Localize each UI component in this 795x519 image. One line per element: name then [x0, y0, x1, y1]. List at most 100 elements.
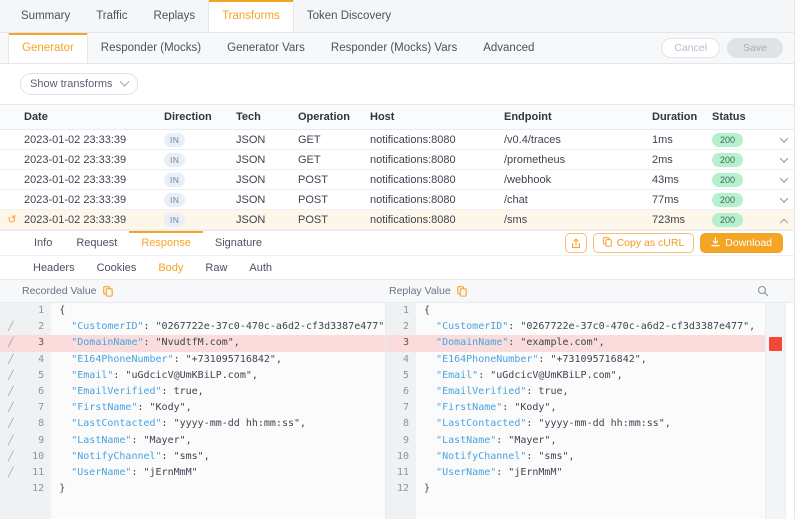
code-line[interactable]: "UserName": "jErnMmM" — [416, 465, 795, 481]
share-icon[interactable] — [564, 233, 587, 253]
json-value: : "uGdcicV@UmKBiLP.com", — [478, 369, 623, 381]
diff-marker[interactable] — [769, 337, 782, 352]
edit-line-button[interactable]: ╱ — [0, 384, 22, 400]
code-line[interactable]: "NotifyChannel": "sms", — [416, 449, 795, 465]
line-number: 7 — [38, 402, 45, 414]
body-tab-cookies[interactable]: Cookies — [86, 256, 148, 279]
diff-minimap[interactable] — [765, 303, 785, 519]
line-number: 11 — [32, 466, 45, 478]
table-row[interactable]: 2023-01-02 23:33:39 IN JSON GET notification… — [0, 129, 795, 150]
detail-tab-request[interactable]: Request — [64, 231, 129, 255]
copy-recorded-icon[interactable] — [102, 285, 113, 297]
code-line[interactable]: "LastName": "Mayer", — [51, 433, 385, 449]
table-row[interactable]: 2023-01-02 23:33:39 IN JSON POST notificatio… — [0, 189, 795, 210]
chevron-up-icon[interactable] — [779, 218, 789, 227]
col-tech[interactable]: Tech — [236, 104, 298, 130]
code-line[interactable]: "CustomerID": "0267722e-37c0-470c-a6d2-c… — [416, 319, 795, 335]
col-status[interactable]: Status — [712, 104, 772, 130]
primary-tab-replays[interactable]: Replays — [141, 0, 209, 32]
table-row[interactable]: 2023-01-02 23:33:39 IN JSON POST notificatio… — [0, 169, 795, 190]
table-row[interactable]: ↺ 2023-01-02 23:33:39 IN JSON POST notificati… — [0, 209, 795, 230]
chevron-down-icon[interactable] — [779, 133, 789, 143]
pencil-icon: ╱ — [8, 338, 14, 349]
pencil-icon: ╱ — [8, 435, 14, 446]
chevron-down-icon[interactable] — [779, 193, 789, 203]
col-host[interactable]: Host — [370, 104, 504, 130]
sub-tab-label: Responder (Mocks) Vars — [330, 42, 458, 54]
cell-tech: JSON — [236, 149, 298, 170]
code-line[interactable]: } — [416, 481, 795, 497]
col-date[interactable]: Date — [24, 104, 164, 130]
code-line[interactable]: "FirstName": "Kody", — [51, 400, 385, 416]
edit-line-button[interactable]: ╱ — [0, 335, 22, 352]
sub-tab-advanced[interactable]: Advanced — [470, 33, 547, 63]
sub-tab-responder-mocks-vars[interactable]: Responder (Mocks) Vars — [318, 33, 470, 63]
code-line[interactable]: "E164PhoneNumber": "+731095716842", — [51, 352, 385, 368]
code-line[interactable]: "EmailVerified": true, — [51, 384, 385, 400]
code-line[interactable]: "DomainName": "example.com", — [416, 335, 795, 352]
body-tab-body[interactable]: Body — [147, 256, 194, 279]
line-number: 7 — [402, 402, 409, 414]
code-line[interactable]: "E164PhoneNumber": "+731095716842", — [416, 352, 795, 368]
code-line[interactable]: "LastName": "Mayer", — [416, 433, 795, 449]
code-line[interactable]: "CustomerID": "0267722e-37c0-470c-a6d2-c… — [51, 319, 385, 335]
col-operation[interactable]: Operation — [298, 104, 370, 130]
col-duration[interactable]: Duration — [652, 104, 712, 130]
replay-code[interactable]: { "CustomerID": "0267722e-37c0-470c-a6d2… — [416, 303, 795, 519]
detail-tab-response[interactable]: Response — [129, 231, 203, 255]
edit-line-button[interactable]: ╱ — [0, 352, 22, 368]
chevron-down-icon[interactable] — [779, 173, 789, 183]
detail-tab-info[interactable]: Info — [22, 231, 64, 255]
edit-line-button[interactable]: ╱ — [0, 416, 22, 432]
code-line[interactable]: "EmailVerified": true, — [416, 384, 795, 400]
detail-action-buttons: Copy as cURL Download — [564, 231, 795, 255]
save-button[interactable]: Save — [727, 38, 783, 58]
code-line[interactable]: "FirstName": "Kody", — [416, 400, 795, 416]
copy-replay-icon[interactable] — [456, 285, 467, 297]
primary-tab-token-discovery[interactable]: Token Discovery — [294, 0, 404, 32]
edit-line-button[interactable]: ╱ — [0, 433, 22, 449]
sub-tab-generator[interactable]: Generator — [8, 33, 88, 63]
edit-line-button[interactable]: ╱ — [0, 400, 22, 416]
code-line[interactable]: "DomainName": "NvudtfM.com", — [51, 335, 385, 352]
code-line[interactable]: "UserName": "jErnMmM" — [51, 465, 385, 481]
code-line[interactable]: "NotifyChannel": "sms", — [51, 449, 385, 465]
download-icon — [711, 236, 720, 250]
sub-tab-responder-mocks-[interactable]: Responder (Mocks) — [88, 33, 214, 63]
recorded-code[interactable]: { "CustomerID": "0267722e-37c0-470c-a6d2… — [51, 303, 385, 519]
primary-tab-transforms[interactable]: Transforms — [208, 0, 294, 32]
primary-tab-summary[interactable]: Summary — [8, 0, 83, 32]
code-line[interactable]: "Email": "uGdcicV@UmKBiLP.com", — [51, 368, 385, 384]
edit-line-button[interactable]: ╱ — [0, 465, 22, 481]
body-tab-auth[interactable]: Auth — [238, 256, 283, 279]
code-line[interactable]: { — [51, 303, 385, 319]
col-endpoint[interactable]: Endpoint — [504, 104, 652, 130]
code-line[interactable]: "Email": "uGdcicV@UmKBiLP.com", — [416, 368, 795, 384]
cancel-button[interactable]: Cancel — [661, 38, 721, 58]
cell-expand — [772, 209, 795, 230]
col-direction[interactable]: Direction — [164, 104, 236, 130]
edit-line-button[interactable]: ╱ — [0, 368, 22, 384]
detail-tab-label: Response — [141, 237, 191, 249]
body-tab-headers[interactable]: Headers — [22, 256, 86, 279]
body-tab-raw[interactable]: Raw — [194, 256, 238, 279]
chevron-down-icon[interactable] — [779, 153, 789, 163]
search-icon[interactable] — [757, 285, 769, 300]
code-line[interactable]: { — [416, 303, 795, 319]
json-key: "DomainName" — [71, 337, 144, 349]
code-line[interactable]: "LastContacted": "yyyy-mm-dd hh:mm:ss", — [416, 416, 795, 432]
table-row[interactable]: 2023-01-02 23:33:39 IN JSON GET notification… — [0, 149, 795, 170]
json-value: : "uGdcicV@UmKBiLP.com", — [113, 369, 258, 381]
sub-tab-generator-vars[interactable]: Generator Vars — [214, 33, 318, 63]
detail-tab-signature[interactable]: Signature — [203, 231, 274, 255]
edit-line-button[interactable]: ╱ — [0, 449, 22, 465]
download-button[interactable]: Download — [700, 233, 783, 253]
edit-line-button[interactable]: ╱ — [0, 319, 22, 335]
copy-as-curl-button[interactable]: Copy as cURL — [592, 233, 695, 253]
code-line[interactable]: "LastContacted": "yyyy-mm-dd hh:mm:ss", — [51, 416, 385, 432]
show-transforms-dropdown[interactable]: Show transforms — [20, 73, 138, 95]
cell-duration: 723ms — [652, 209, 712, 230]
primary-tab-traffic[interactable]: Traffic — [83, 0, 140, 32]
cell-endpoint: /sms — [504, 209, 652, 230]
code-line[interactable]: } — [51, 481, 385, 497]
